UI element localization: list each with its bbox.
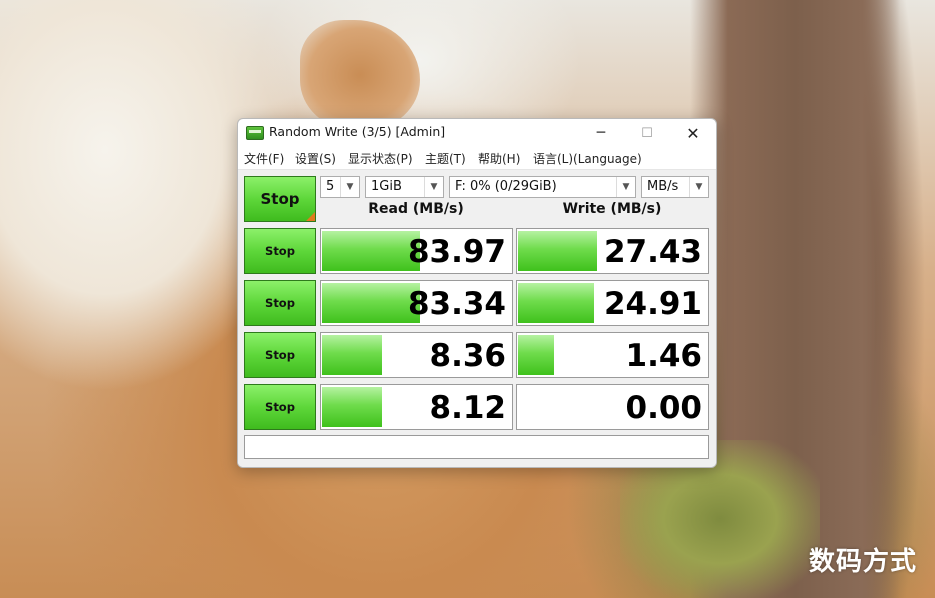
read-level-bar	[322, 283, 420, 323]
write-result-cell: 24.91	[516, 280, 709, 326]
row-stop-button[interactable]: Stop	[244, 280, 316, 326]
read-value: 8.12	[429, 390, 507, 426]
title-bar[interactable]: Random Write (3/5) [Admin] ─ ☐ ✕	[238, 119, 716, 147]
read-value: 83.97	[407, 234, 506, 270]
benchmark-panel: Stop 5 ▼ 1GiB ▼ F: 0% (0/29GiB) ▼ MB/s ▼…	[238, 170, 716, 467]
menu-bar: 文件(F) 设置(S) 显示状态(P) 主题(T) 帮助(H) 语言(L)(La…	[238, 147, 716, 169]
chevron-down-icon: ▼	[424, 177, 443, 197]
write-level-bar	[518, 231, 597, 271]
write-value: 1.46	[625, 338, 703, 374]
watermark: 数码方式	[808, 547, 917, 577]
write-result-cell: 1.46	[516, 332, 709, 378]
read-result-cell: 8.36	[320, 332, 513, 378]
write-result-cell: 27.43	[516, 228, 709, 274]
write-value: 0.00	[625, 390, 703, 426]
read-result-cell: 83.97	[320, 228, 513, 274]
close-button[interactable]: ✕	[670, 119, 716, 147]
write-value: 27.43	[603, 234, 702, 270]
read-value: 8.36	[429, 338, 507, 374]
menu-help[interactable]: 帮助(H)	[478, 150, 520, 167]
menu-file[interactable]: 文件(F)	[244, 150, 284, 167]
write-header: Write (MB/s)	[562, 201, 662, 217]
read-value: 83.34	[407, 286, 506, 322]
test-count-select[interactable]: 5 ▼	[320, 176, 360, 198]
diskmark-window: Random Write (3/5) [Admin] ─ ☐ ✕ 文件(F) 设…	[237, 118, 717, 468]
read-level-bar	[322, 231, 420, 271]
unit-value: MB/s	[647, 179, 679, 194]
write-value: 24.91	[603, 286, 702, 322]
window-title: Random Write (3/5) [Admin]	[269, 124, 446, 139]
status-bar	[244, 435, 709, 459]
chevron-down-icon: ▼	[689, 177, 708, 197]
minimize-button[interactable]: ─	[578, 119, 624, 147]
menu-theme[interactable]: 主题(T)	[425, 150, 466, 167]
read-level-bar	[322, 335, 382, 375]
write-level-bar	[518, 283, 594, 323]
maximize-button[interactable]: ☐	[624, 119, 670, 147]
row-stop-button[interactable]: Stop	[244, 384, 316, 430]
app-disk-icon	[246, 126, 264, 140]
read-header: Read (MB/s)	[368, 201, 464, 217]
write-level-bar	[518, 335, 554, 375]
unit-select[interactable]: MB/s ▼	[641, 176, 709, 198]
read-result-cell: 8.12	[320, 384, 513, 430]
stop-all-button[interactable]: Stop	[244, 176, 316, 222]
read-result-cell: 83.34	[320, 280, 513, 326]
background-dog-ear	[300, 20, 420, 130]
read-level-bar	[322, 387, 382, 427]
test-size-select[interactable]: 1GiB ▼	[365, 176, 444, 198]
write-result-cell: 0.00	[516, 384, 709, 430]
menu-language[interactable]: 语言(L)(Language)	[533, 150, 642, 167]
test-count-value: 5	[326, 179, 335, 194]
menu-display-status[interactable]: 显示状态(P)	[348, 150, 413, 167]
row-stop-button[interactable]: Stop	[244, 228, 316, 274]
drive-value: F: 0% (0/29GiB)	[455, 179, 557, 194]
drive-select[interactable]: F: 0% (0/29GiB) ▼	[449, 176, 636, 198]
test-size-value: 1GiB	[371, 179, 402, 194]
row-stop-button[interactable]: Stop	[244, 332, 316, 378]
chevron-down-icon: ▼	[616, 177, 635, 197]
menu-settings[interactable]: 设置(S)	[295, 150, 336, 167]
chevron-down-icon: ▼	[340, 177, 359, 197]
